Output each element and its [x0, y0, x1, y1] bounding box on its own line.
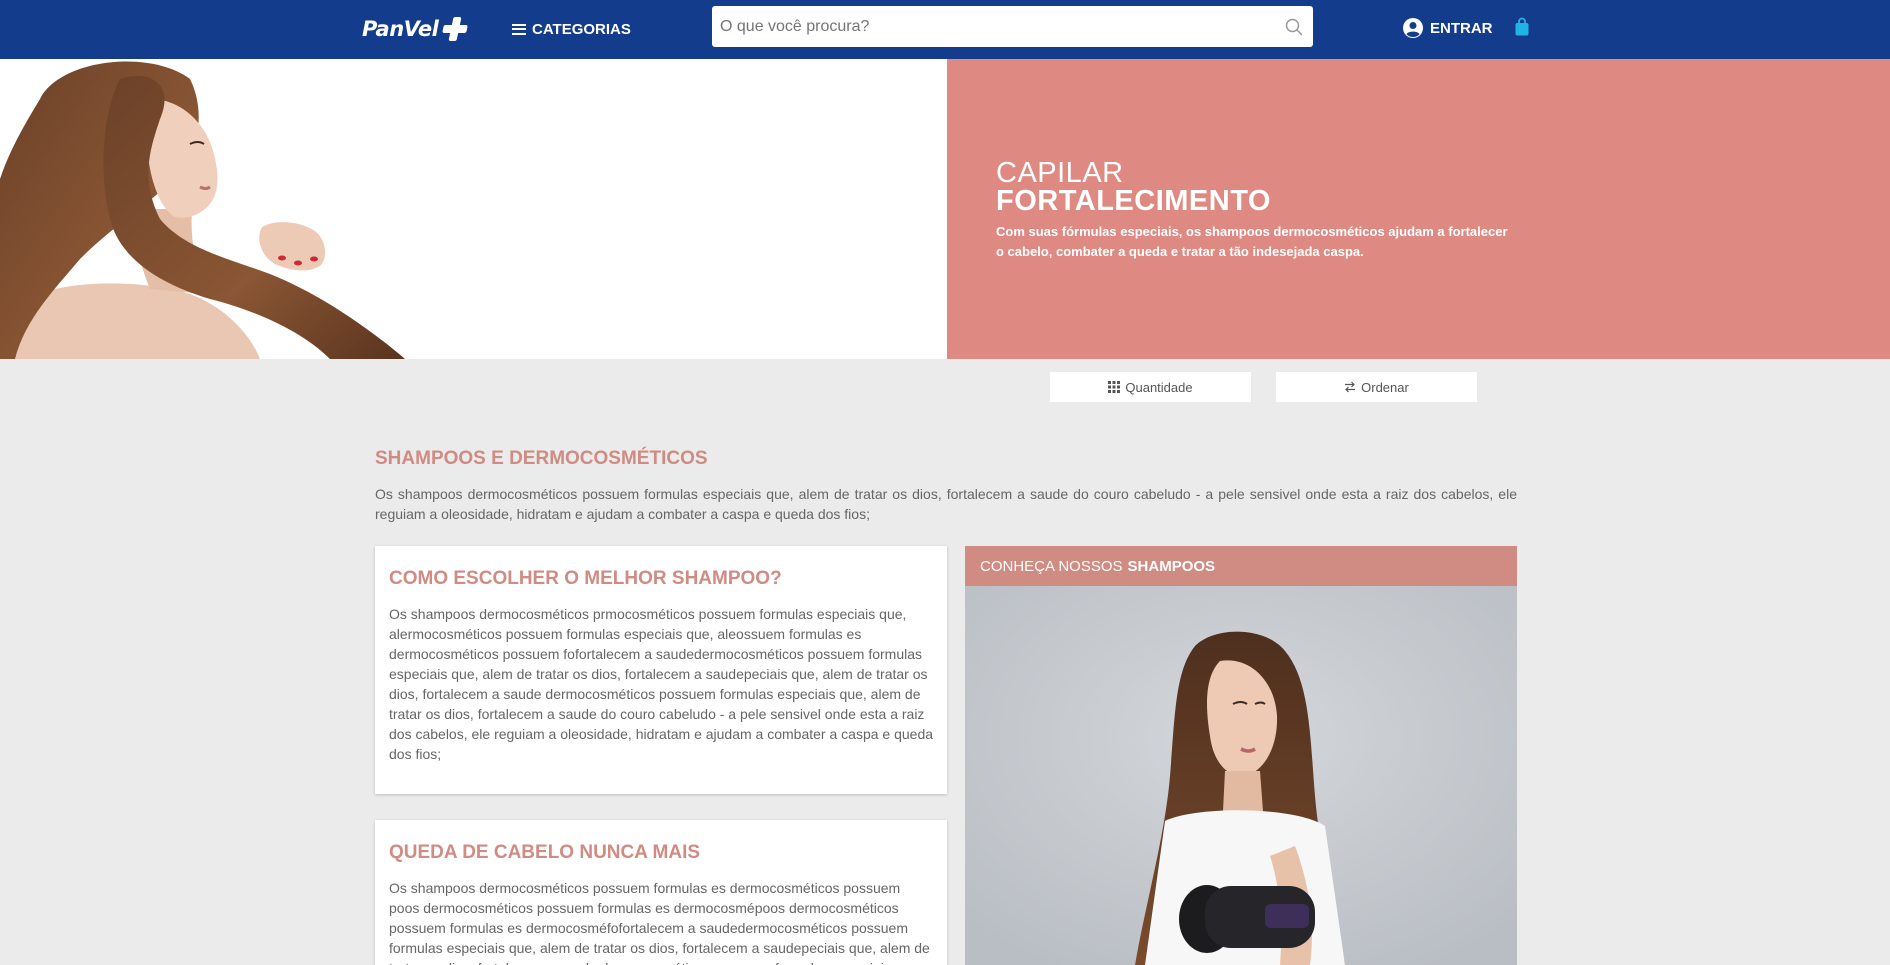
panvel-logo[interactable]: PanVel: [362, 14, 468, 44]
article-card-body: Os shampoos dermocosméticos prmocosmétic…: [389, 606, 934, 762]
menu-icon: [512, 23, 526, 35]
search-box: [712, 6, 1313, 47]
article-card[interactable]: QUEDA DE CABELO NUNCA MAIS Os shampoos d…: [375, 820, 947, 965]
sort-label: Ordenar: [1361, 379, 1409, 395]
login-button[interactable]: ENTRAR: [1402, 16, 1493, 40]
hero-text-block: CAPILAR FORTALECIMENTO Com suas fórmulas…: [996, 159, 1516, 262]
promo-prefix: CONHEÇA NOSSOS: [980, 557, 1123, 575]
grid-icon: [1108, 381, 1121, 393]
shopping-bag-icon[interactable]: [1514, 17, 1530, 37]
top-navbar: PanVel CATEGORIAS ENTRAR: [0, 0, 1890, 59]
quantity-label: Quantidade: [1125, 379, 1193, 395]
hero-title: FORTALECIMENTO: [996, 185, 1271, 217]
search-icon[interactable]: [1275, 6, 1313, 47]
categories-button[interactable]: CATEGORIAS: [512, 17, 631, 41]
promo-header: CONHEÇA NOSSOS SHAMPOOS: [965, 546, 1517, 586]
login-label: ENTRAR: [1430, 19, 1493, 37]
section-description: Os shampoos dermocosméticos possuem form…: [375, 486, 1517, 522]
account-icon: [1402, 17, 1424, 39]
categories-label: CATEGORIAS: [532, 20, 631, 38]
article-card[interactable]: COMO ESCOLHER O MELHOR SHAMPOO? Os shamp…: [375, 546, 947, 794]
sort-icon: [1344, 381, 1356, 393]
promo-highlight: SHAMPOOS: [1127, 557, 1216, 575]
hero-description: Com suas fórmulas especiais, os shampoos…: [996, 224, 1508, 259]
hero-supertitle: CAPILAR: [996, 157, 1124, 189]
article-card-body: Os shampoos dermocosméticos possuem form…: [389, 880, 930, 965]
shampoo-promo[interactable]: CONHEÇA NOSSOS SHAMPOOS: [965, 546, 1517, 965]
article-card-title: QUEDA DE CABELO NUNCA MAIS: [389, 842, 701, 863]
sort-button[interactable]: Ordenar: [1276, 372, 1477, 402]
article-card-title: COMO ESCOLHER O MELHOR SHAMPOO?: [389, 568, 782, 589]
section-title: SHAMPOOS E DERMOCOSMÉTICOS: [375, 448, 708, 469]
search-input[interactable]: [712, 6, 1275, 47]
quantity-button[interactable]: Quantidade: [1050, 372, 1251, 402]
hero-image: [0, 59, 947, 359]
logo-cross-icon: [442, 16, 468, 42]
logo-wordmark: PanVel: [362, 17, 439, 41]
promo-image: [965, 586, 1517, 965]
hero-banner-panel: CAPILAR FORTALECIMENTO Com suas fórmulas…: [947, 59, 1890, 359]
